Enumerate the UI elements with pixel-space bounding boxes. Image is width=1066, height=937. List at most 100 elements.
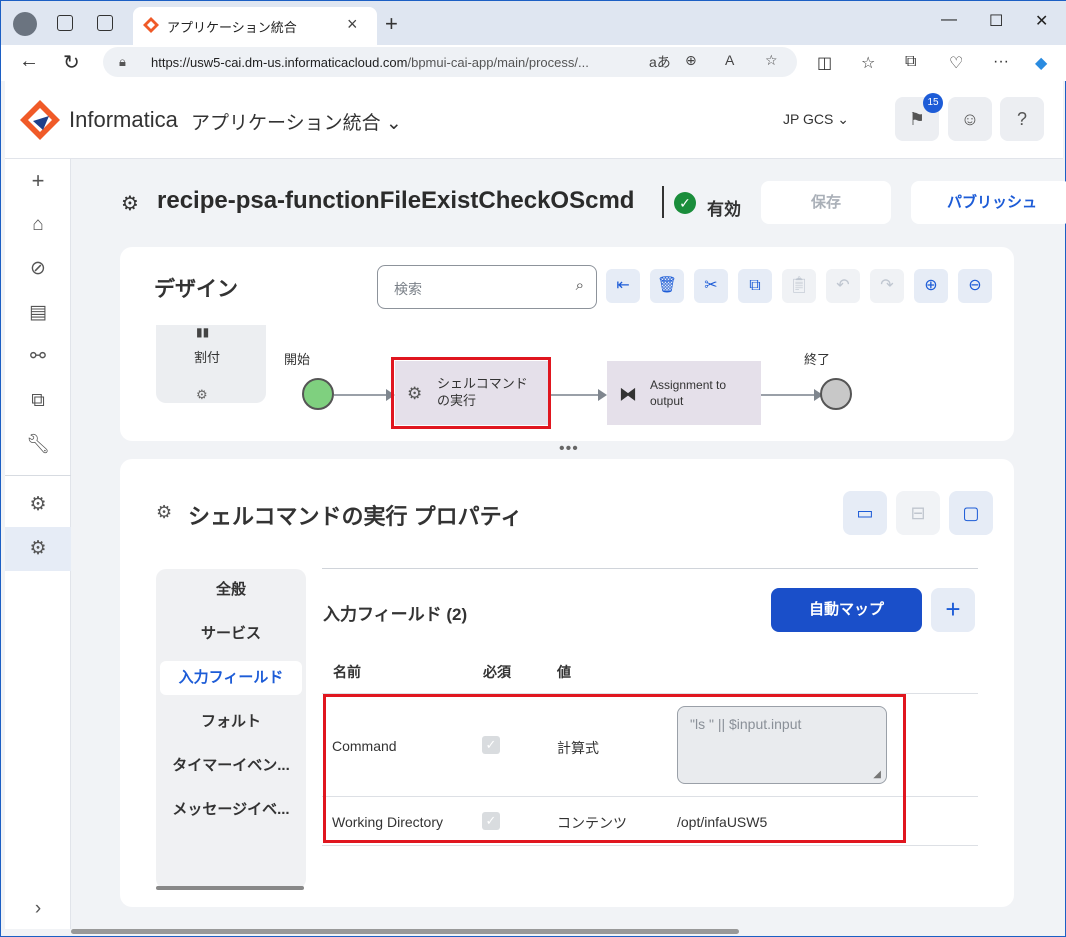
start-label: 開始 xyxy=(284,352,311,367)
address-bar[interactable]: 🔒︎ https://usw5-cai.dm-us.informaticaclo… xyxy=(103,47,797,77)
highlight-box xyxy=(323,694,906,843)
paste-icon[interactable]: 📋︎ xyxy=(782,269,816,303)
properties-title: シェルコマンドの実行 プロパティ xyxy=(188,504,523,529)
align-left-icon[interactable]: ⇤ xyxy=(606,269,640,303)
search-placeholder: 検索 xyxy=(394,281,422,297)
edge xyxy=(551,394,601,396)
app-header: Informatica アプリケーション統合 ⌄ JP GCS ⌄ ⚑ 15 ☺… xyxy=(5,81,1063,159)
reload-icon[interactable]: ↻ xyxy=(63,50,80,75)
window-close-icon[interactable]: ✕ xyxy=(1035,11,1048,31)
user-icon: ☺ xyxy=(960,109,980,129)
monitor-icon[interactable]: ▤ xyxy=(25,300,51,326)
copy-icon[interactable]: ⧉ xyxy=(738,269,772,303)
start-node[interactable] xyxy=(302,378,334,410)
layout-bottom-icon[interactable]: ▭ xyxy=(843,491,887,535)
save-button[interactable]: 保存 xyxy=(761,181,891,224)
step-palette[interactable]: ▮▮ 割付 ⚙ xyxy=(156,325,266,403)
new-tab-icon[interactable]: + xyxy=(385,11,398,37)
redo-icon[interactable]: ↷ xyxy=(870,269,904,303)
maximize-icon[interactable]: ☐ xyxy=(989,11,1003,31)
layout-top-icon[interactable]: ▢ xyxy=(949,491,993,535)
title-divider xyxy=(662,186,664,218)
app-name: アプリケーション統合 xyxy=(191,113,381,134)
connections-icon[interactable]: ⚯ xyxy=(25,344,51,370)
delete-icon[interactable]: 🗑︎ xyxy=(650,269,684,303)
end-label: 終了 xyxy=(804,352,831,367)
zoom-in-icon[interactable]: ⊕ xyxy=(914,269,948,303)
workspaces-icon[interactable] xyxy=(57,15,73,31)
process-gear-icon[interactable]: ⚙ xyxy=(25,492,51,518)
back-icon[interactable]: ← xyxy=(19,50,39,73)
tab-message-events[interactable]: メッセージイベ... xyxy=(160,793,302,827)
informatica-logo-icon xyxy=(20,100,60,140)
process-gear-icon[interactable]: ⚙ xyxy=(25,536,51,562)
resize-handle-icon[interactable]: ••• xyxy=(559,440,579,458)
input-fields-title: 入力フィールド (2) xyxy=(323,605,468,624)
step-assignment[interactable]: ⧓ Assignment to output xyxy=(607,361,761,425)
design-title: デザイン xyxy=(154,278,238,301)
page-scrollbar[interactable] xyxy=(71,929,739,934)
address-bar-row: ← ↻ 🔒︎ https://usw5-cai.dm-us.informatic… xyxy=(1,45,1066,81)
read-aloud-icon[interactable]: aあ xyxy=(649,52,671,72)
more-icon[interactable]: ··· xyxy=(993,53,1009,71)
end-node[interactable] xyxy=(820,378,852,410)
minimize-icon[interactable]: — xyxy=(941,11,957,29)
active-tab[interactable]: アプリケーション統合 × xyxy=(133,7,377,45)
zoom-icon[interactable]: ⊕ xyxy=(685,52,697,69)
divider xyxy=(322,568,978,569)
expand-rail-icon[interactable]: › xyxy=(25,896,51,922)
explore-compass-icon[interactable]: ⊘ xyxy=(25,256,51,282)
org-name: JP GCS xyxy=(783,111,834,127)
column-required-header: 必須 xyxy=(483,664,511,680)
search-icon: ⌕ xyxy=(575,277,584,294)
informatica-favicon-icon xyxy=(143,17,159,33)
assignment-icon: ⧓ xyxy=(619,384,637,404)
tools-wrench-icon[interactable]: 🔧︎ xyxy=(25,432,51,458)
automap-button[interactable]: 自動マップ xyxy=(771,588,922,632)
add-field-button[interactable]: + xyxy=(931,588,975,632)
help-button[interactable]: ? xyxy=(1000,97,1044,141)
properties-panel: ⚙ シェルコマンドの実行 プロパティ ▭ ⊟ ▢ 全般 サービス 入力フィールド… xyxy=(120,459,1014,907)
tab-title: アプリケーション統合 xyxy=(167,20,297,35)
tab-faults[interactable]: フォルト xyxy=(160,705,302,739)
favorites-icon[interactable]: ☆ xyxy=(861,53,875,73)
bundles-icon[interactable]: ⧉ xyxy=(25,388,51,414)
home-icon[interactable]: ⌂ xyxy=(25,212,51,238)
arrow-icon xyxy=(598,389,607,401)
user-button[interactable]: ☺ xyxy=(948,97,992,141)
app-switcher[interactable]: アプリケーション統合 ⌄ xyxy=(191,108,402,135)
split-screen-icon[interactable]: ◫ xyxy=(817,53,832,73)
process-title: recipe-psa-functionFileExistCheckOScmd xyxy=(157,187,635,214)
org-switcher[interactable]: JP GCS ⌄ xyxy=(783,111,849,128)
column-name-header: 名前 xyxy=(333,664,361,680)
new-asset-icon[interactable]: + xyxy=(25,168,51,194)
immersive-reader-icon[interactable]: A xyxy=(725,52,734,68)
rail-divider xyxy=(5,475,71,476)
favorite-star-icon[interactable]: ☆ xyxy=(765,52,778,69)
tabs-scrollbar[interactable] xyxy=(156,886,304,890)
copilot-icon[interactable]: ◆ xyxy=(1035,53,1047,73)
flag-icon: ⚑ xyxy=(908,109,926,129)
publish-button[interactable]: パブリッシュ xyxy=(911,181,1066,224)
palette-label: 割付 xyxy=(194,350,221,365)
profile-avatar[interactable] xyxy=(13,12,37,36)
layout-split-icon[interactable]: ⊟ xyxy=(896,491,940,535)
left-nav-rail: + ⌂ ⊘ ▤ ⚯ ⧉ 🔧︎ ⚙ ⚙ › xyxy=(5,159,71,929)
tab-input-fields[interactable]: 入力フィールド xyxy=(160,661,302,695)
browser-essentials-icon[interactable]: ♡ xyxy=(949,53,963,73)
cut-icon[interactable]: ✂ xyxy=(694,269,728,303)
tab-general[interactable]: 全般 xyxy=(160,573,302,607)
property-tabs: 全般 サービス 入力フィールド フォルト タイマーイベン... メッセージイベ.… xyxy=(156,569,306,889)
collections-icon[interactable]: ⧉ xyxy=(905,53,916,71)
search-input[interactable]: 検索 ⌕ xyxy=(377,265,597,309)
assignment-icon: ▮▮ xyxy=(196,325,210,339)
tab-close-icon[interactable]: × xyxy=(347,14,358,35)
design-panel: デザイン 検索 ⌕ ⇤ 🗑︎ ✂ ⧉ 📋︎ ↶ ↷ ⊕ ⊖ ▮▮ 割付 ⚙ 開始… xyxy=(120,247,1014,441)
tab-actions-icon[interactable] xyxy=(97,15,113,31)
process-gear-icon: ⚙ xyxy=(121,193,139,215)
tab-strip: アプリケーション統合 × + — ☐ ✕ xyxy=(1,1,1066,45)
tab-service[interactable]: サービス xyxy=(160,617,302,651)
tab-timer-events[interactable]: タイマーイベン... xyxy=(160,749,302,783)
zoom-out-icon[interactable]: ⊖ xyxy=(958,269,992,303)
undo-icon[interactable]: ↶ xyxy=(826,269,860,303)
